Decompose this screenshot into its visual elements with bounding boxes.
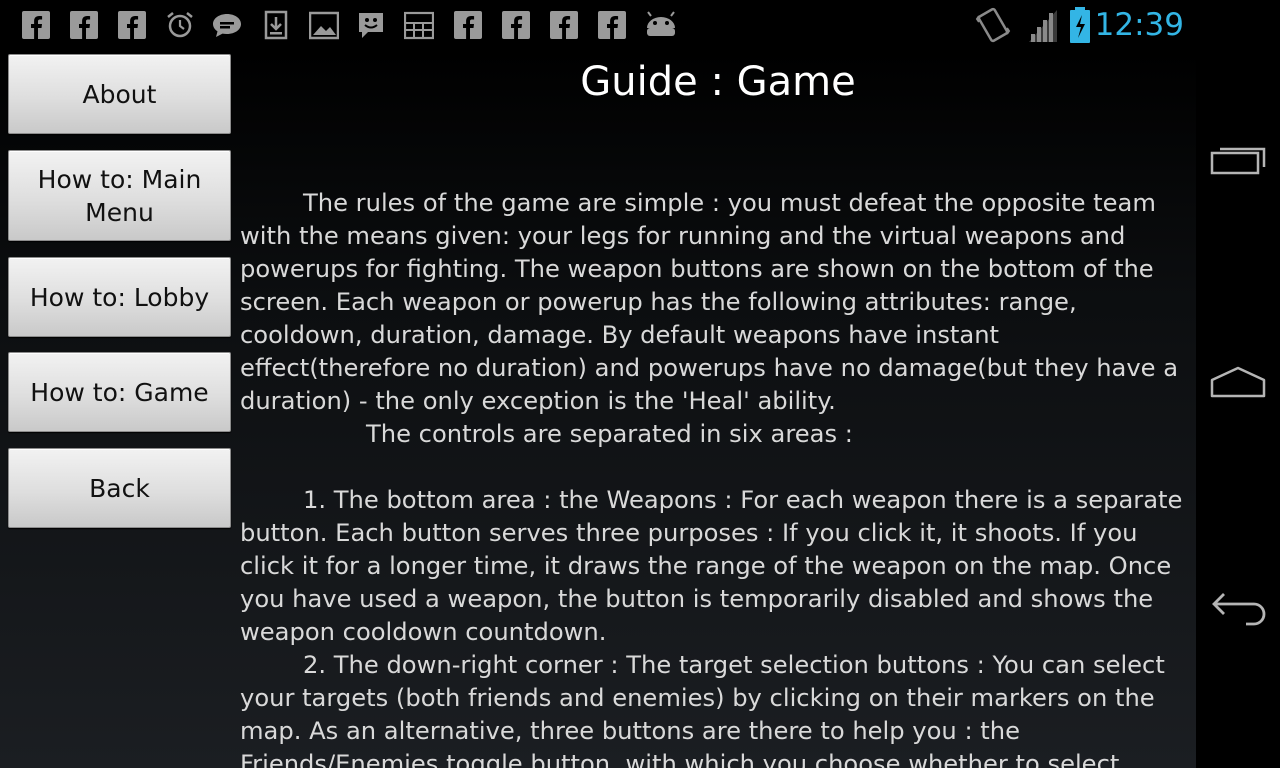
vibrate-icon [975,6,1011,44]
home-icon[interactable] [1206,358,1270,406]
facebook-icon [69,10,99,40]
facebook-icon [501,10,531,40]
chat-bubble-icon [212,10,242,40]
facebook-icon [117,10,147,40]
back-button[interactable]: Back [8,448,231,528]
alarm-clock-icon [165,10,195,40]
recent-apps-icon[interactable] [1206,137,1270,185]
messenger-face-icon [356,10,386,40]
facebook-icon [597,10,627,40]
about-button[interactable]: About [8,54,231,134]
facebook-icon [453,10,483,40]
status-clock: 12:39 [1094,7,1184,43]
guide-activity: About How to: Main Menu How to: Lobby Ho… [0,50,1196,768]
controls-intro-paragraph: The controls are separated in six areas … [366,420,853,448]
status-bar: 12:39 [0,0,1196,50]
area-1-paragraph: 1. The bottom area : the Weapons : For e… [240,486,1183,646]
back-arrow-icon[interactable] [1206,580,1270,628]
android-screen: 12:39 About How to: Main Menu How to: Lo… [0,0,1280,768]
battery-charging-icon [1068,7,1092,43]
calendar-grid-icon [404,10,434,40]
download-icon [261,10,291,40]
signal-icon [1027,8,1059,42]
facebook-icon [21,10,51,40]
how-to-game-button[interactable]: How to: Game [8,352,231,432]
page-title: Guide : Game [580,59,856,105]
area-2-paragraph: 2. The down-right corner : The target se… [240,651,1165,768]
navigation-bar [1196,0,1280,768]
how-to-main-menu-button[interactable]: How to: Main Menu [8,150,231,241]
how-to-lobby-button[interactable]: How to: Lobby [8,257,231,337]
rules-paragraph: The rules of the game are simple : you m… [240,189,1179,415]
facebook-icon [549,10,579,40]
guide-text: The rules of the game are simple : you m… [240,187,1196,768]
picture-icon [309,10,339,40]
android-icon [643,10,679,40]
